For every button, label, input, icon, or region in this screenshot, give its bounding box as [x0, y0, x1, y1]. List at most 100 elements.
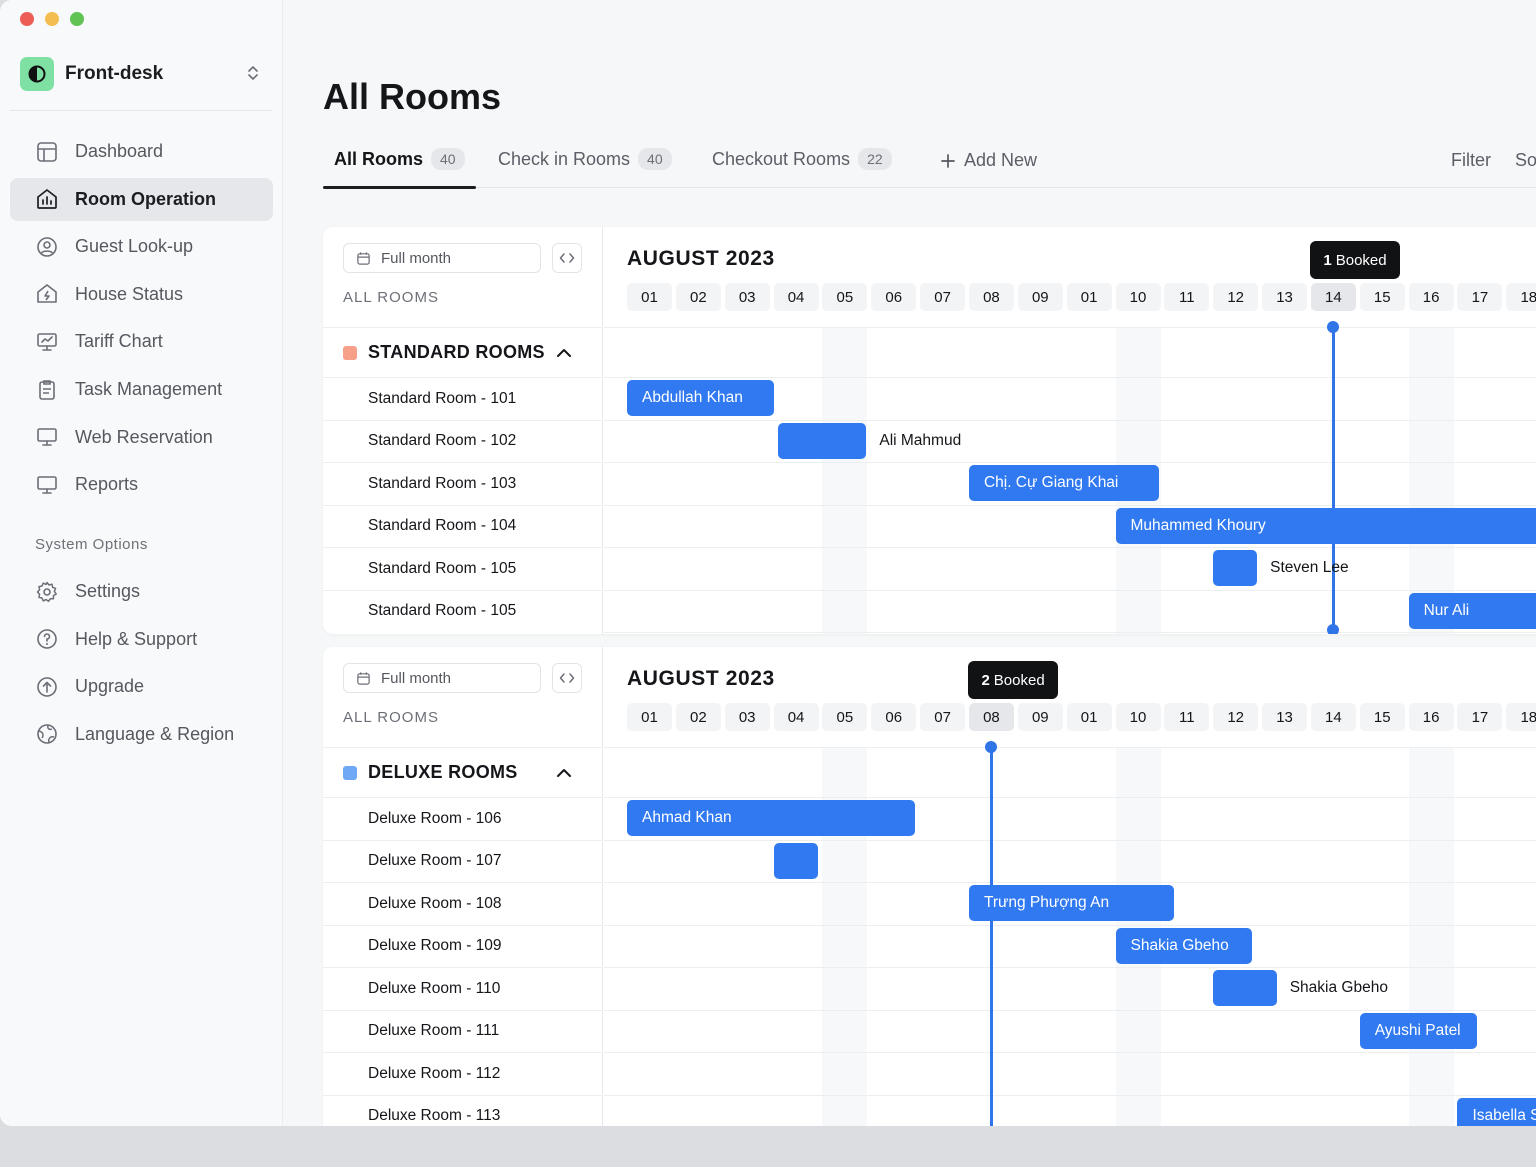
sidebar-item-task-management[interactable]: Task Management: [10, 368, 273, 411]
day-cell[interactable]: 02: [675, 283, 721, 311]
day-cell[interactable]: 11: [1164, 703, 1210, 731]
room-row[interactable]: Deluxe Room - 110: [323, 967, 603, 1010]
range-select[interactable]: Full month: [343, 243, 541, 273]
range-select[interactable]: Full month: [343, 663, 541, 693]
day-cell[interactable]: 13: [1262, 703, 1308, 731]
booking-bar[interactable]: [773, 842, 818, 879]
day-cell[interactable]: 03: [724, 283, 770, 311]
day-cell[interactable]: 10: [1115, 703, 1161, 731]
row-divider: [604, 747, 1536, 748]
sidebar-item-web-reservation[interactable]: Web Reservation: [10, 416, 273, 459]
day-cell[interactable]: 07: [920, 283, 966, 311]
day-cell[interactable]: 07: [920, 703, 966, 731]
window-controls: [20, 12, 84, 26]
chevron-up-down-icon[interactable]: [246, 64, 260, 82]
room-row[interactable]: Standard Room - 104: [323, 504, 603, 548]
chevron-up-icon[interactable]: [555, 764, 573, 782]
day-cell[interactable]: 05: [822, 283, 868, 311]
tab-all-rooms[interactable]: All Rooms 40: [334, 148, 465, 170]
day-cell[interactable]: 17: [1457, 283, 1503, 311]
room-group-header[interactable]: STANDARD ROOMS: [323, 327, 603, 377]
minimize-window-button[interactable]: [45, 12, 59, 26]
tab-checkout-rooms[interactable]: Checkout Rooms 22: [712, 148, 892, 170]
day-cell[interactable]: 01: [627, 703, 672, 731]
sidebar-item-tariff-chart[interactable]: Tariff Chart: [10, 320, 273, 363]
day-cell[interactable]: 15: [1359, 703, 1405, 731]
booking-bar[interactable]: Abdullah Khan: [627, 380, 774, 416]
sort-button[interactable]: So: [1515, 150, 1536, 171]
tab-check-in-rooms[interactable]: Check in Rooms 40: [498, 148, 672, 170]
room-row[interactable]: Standard Room - 101: [323, 377, 603, 420]
day-cell[interactable]: 09: [1017, 703, 1063, 731]
sidebar-item-house-status[interactable]: House Status: [10, 273, 273, 316]
booking-bar[interactable]: [1213, 970, 1277, 1006]
day-cell[interactable]: 14: [1310, 283, 1356, 311]
layout-icon: [34, 139, 60, 165]
booking-bar[interactable]: Ahmad Khan: [627, 800, 916, 836]
booking-bar[interactable]: [1213, 550, 1258, 586]
maximize-window-button[interactable]: [70, 12, 84, 26]
day-cell[interactable]: 08: [968, 283, 1014, 311]
add-new-button[interactable]: Add New: [940, 150, 1037, 171]
sidebar-item-dashboard[interactable]: Dashboard: [10, 130, 273, 173]
room-row[interactable]: Standard Room - 105: [323, 589, 603, 633]
room-row[interactable]: Deluxe Room - 107: [323, 839, 603, 883]
day-cell[interactable]: 01: [1066, 283, 1112, 311]
day-cell[interactable]: 14: [1310, 703, 1356, 731]
sidebar-item-language-region[interactable]: Language & Region: [10, 713, 273, 756]
day-cell[interactable]: 04: [773, 283, 819, 311]
day-cell[interactable]: 16: [1408, 703, 1454, 731]
day-cell[interactable]: 18: [1506, 703, 1536, 731]
day-cell[interactable]: 17: [1457, 703, 1503, 731]
sort-label: So: [1515, 150, 1536, 170]
room-row[interactable]: Deluxe Room - 112: [323, 1052, 603, 1095]
close-window-button[interactable]: [20, 12, 34, 26]
booking-bar[interactable]: Trưng Phượng An: [968, 885, 1175, 921]
sidebar-item-room-operation[interactable]: Room Operation: [10, 177, 273, 221]
room-row[interactable]: Standard Room - 105: [323, 547, 603, 590]
sidebar-item-guest-look-up[interactable]: Guest Look-up: [10, 225, 273, 268]
day-cell[interactable]: 01: [627, 283, 672, 311]
prev-next-button[interactable]: [552, 243, 582, 273]
day-cell[interactable]: 13: [1262, 283, 1308, 311]
booking-bar[interactable]: Ayushi Patel: [1359, 1012, 1477, 1049]
sidebar-item-reports[interactable]: Reports: [10, 463, 273, 506]
booking-bar[interactable]: [778, 422, 867, 459]
day-cell[interactable]: 11: [1164, 283, 1210, 311]
sidebar-item-settings[interactable]: Settings: [10, 570, 273, 613]
prev-next-button[interactable]: [552, 663, 582, 693]
day-cell[interactable]: 02: [675, 703, 721, 731]
room-row[interactable]: Deluxe Room - 111: [323, 1009, 603, 1053]
room-row[interactable]: Deluxe Room - 109: [323, 924, 603, 968]
room-row[interactable]: Deluxe Room - 113: [323, 1094, 603, 1127]
day-cell[interactable]: 12: [1213, 703, 1259, 731]
day-cell[interactable]: 01: [1066, 703, 1112, 731]
room-row[interactable]: Deluxe Room - 108: [323, 882, 603, 925]
room-group-header[interactable]: DELUXE ROOMS: [323, 747, 603, 797]
room-row[interactable]: Standard Room - 103: [323, 462, 603, 505]
booking-bar[interactable]: Chị. Cự Giang Khai: [968, 465, 1160, 501]
day-cell[interactable]: 04: [773, 703, 819, 731]
day-cell[interactable]: 10: [1115, 283, 1161, 311]
room-row[interactable]: Deluxe Room - 106: [323, 797, 603, 840]
sidebar-item-upgrade[interactable]: Upgrade: [10, 665, 273, 708]
filter-button[interactable]: Filter: [1451, 150, 1491, 171]
day-cell[interactable]: 03: [724, 703, 770, 731]
day-cell[interactable]: 05: [822, 703, 868, 731]
booking-bar[interactable]: Shakia Gbeho: [1115, 927, 1253, 964]
workspace-switcher[interactable]: Front-desk: [20, 56, 270, 92]
day-cell[interactable]: 06: [871, 703, 917, 731]
booking-bar[interactable]: Isabella S: [1457, 1097, 1536, 1126]
day-cell[interactable]: 16: [1408, 283, 1454, 311]
day-cell[interactable]: 15: [1359, 283, 1405, 311]
day-cell[interactable]: 06: [871, 283, 917, 311]
sidebar-item-help-support[interactable]: Help & Support: [10, 618, 273, 661]
room-row[interactable]: Standard Room - 102: [323, 419, 603, 463]
day-cell[interactable]: 08: [968, 703, 1014, 731]
booking-bar[interactable]: Nur Ali: [1408, 592, 1536, 629]
day-cell[interactable]: 18: [1506, 283, 1536, 311]
day-cell[interactable]: 09: [1017, 283, 1063, 311]
day-cell[interactable]: 12: [1213, 283, 1259, 311]
chevron-up-icon[interactable]: [555, 344, 573, 362]
booking-bar[interactable]: Muhammed Khoury: [1115, 507, 1536, 544]
